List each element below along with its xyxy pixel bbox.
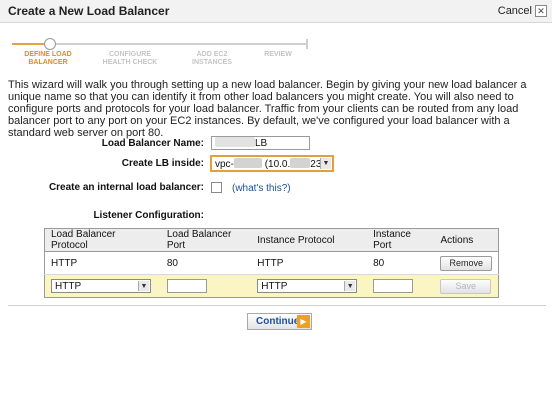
cell-actions: Save [434,274,499,298]
lb-protocol-value: HTTP [55,281,82,292]
continue-button[interactable]: Continue ▶ [247,313,312,330]
cell-lb-port: 80 [160,251,252,275]
redacted-text [233,158,262,168]
cell-instance-protocol: HTTP ▼ [251,274,368,298]
vpc-cidr-start: (10.0. [264,159,291,170]
arrow-right-icon: ▶ [297,315,310,328]
cell-instance-port [367,274,435,298]
cancel-link[interactable]: Cancel [498,5,532,17]
redacted-text [215,137,255,147]
progress-track [12,43,307,45]
lb-protocol-select[interactable]: HTTP ▼ [51,279,151,293]
internal-lb-label: Create an internal load balancer: [48,182,204,193]
step-label: BALANCER [28,59,68,66]
dialog-title: Create a New Load Balancer [8,4,170,18]
header-instance-protocol: Instance Protocol [251,228,368,252]
lb-port-input[interactable] [166,279,207,293]
new-listener-row: HTTP ▼ HTTP ▼ Save [44,274,499,298]
cell-lb-protocol: HTTP ▼ [44,274,161,298]
lb-name-value: LB [255,138,268,149]
vpc-prefix: vpc- [215,159,234,170]
step-label: CONFIGURE [109,51,151,58]
lb-name-input[interactable]: LB [211,136,310,150]
vpc-select[interactable]: vpc- (10.0. 23) ▼ [210,155,334,172]
lb-name-label: Load Balancer Name: [101,138,204,149]
instance-protocol-value: HTTP [261,281,288,292]
step-review: REVIEW [248,51,308,59]
cell-lb-port [160,274,252,298]
header-lb-protocol: Load Balancer Protocol [44,228,161,252]
redacted-text [290,158,311,168]
header-actions: Actions [434,228,499,252]
remove-button[interactable]: Remove [440,255,492,271]
cell-instance-port: 80 [367,251,435,275]
current-step-marker [44,38,56,50]
progress-end-marker [306,39,308,49]
step-label: DEFINE LOAD [24,51,72,58]
chevron-down-icon: ▼ [344,281,356,291]
listener-config-label: Listener Configuration: [93,210,204,221]
header-instance-port: Instance Port [367,228,435,252]
wizard-description: This wizard will walk you through settin… [8,79,527,139]
create-in-label: Create LB inside: [121,158,204,169]
instance-port-input[interactable] [373,279,414,293]
wizard-progress: DEFINE LOAD BALANCER CONFIGURE HEALTH CH… [8,36,308,70]
chevron-down-icon: ▼ [320,158,331,169]
dialog-titlebar: Create a New Load Balancer Cancel ✕ [0,0,552,23]
step-label: HEALTH CHECK [102,59,158,66]
step-label: INSTANCES [192,59,232,66]
whats-this-link[interactable]: (what's this?) [232,183,291,194]
step-label: REVIEW [264,51,292,58]
footer-divider [8,305,546,306]
save-button[interactable]: Save [440,278,491,294]
cell-actions: Remove [434,251,499,275]
table-row: HTTP 80 HTTP 80 Remove [44,251,499,275]
step-label: ADD EC2 [196,51,228,58]
internal-lb-checkbox[interactable] [211,182,222,193]
cell-lb-protocol: HTTP [44,251,161,275]
listener-table: Load Balancer Protocol Load Balancer Por… [44,228,499,298]
continue-label: Continue [256,316,300,327]
chevron-down-icon: ▼ [138,281,149,291]
header-lb-port: Load Balancer Port [160,228,252,252]
instance-protocol-select[interactable]: HTTP ▼ [257,279,358,293]
close-icon[interactable]: ✕ [535,5,547,17]
table-header-row: Load Balancer Protocol Load Balancer Por… [44,228,499,252]
vpc-select-value: vpc- (10.0. 23) [215,158,325,170]
cell-instance-protocol: HTTP [251,251,368,275]
step-configure-health-check: CONFIGURE HEALTH CHECK [90,51,170,67]
step-define-load-balancer: DEFINE LOAD BALANCER [8,51,88,67]
step-add-ec2-instances: ADD EC2 INSTANCES [172,51,252,67]
